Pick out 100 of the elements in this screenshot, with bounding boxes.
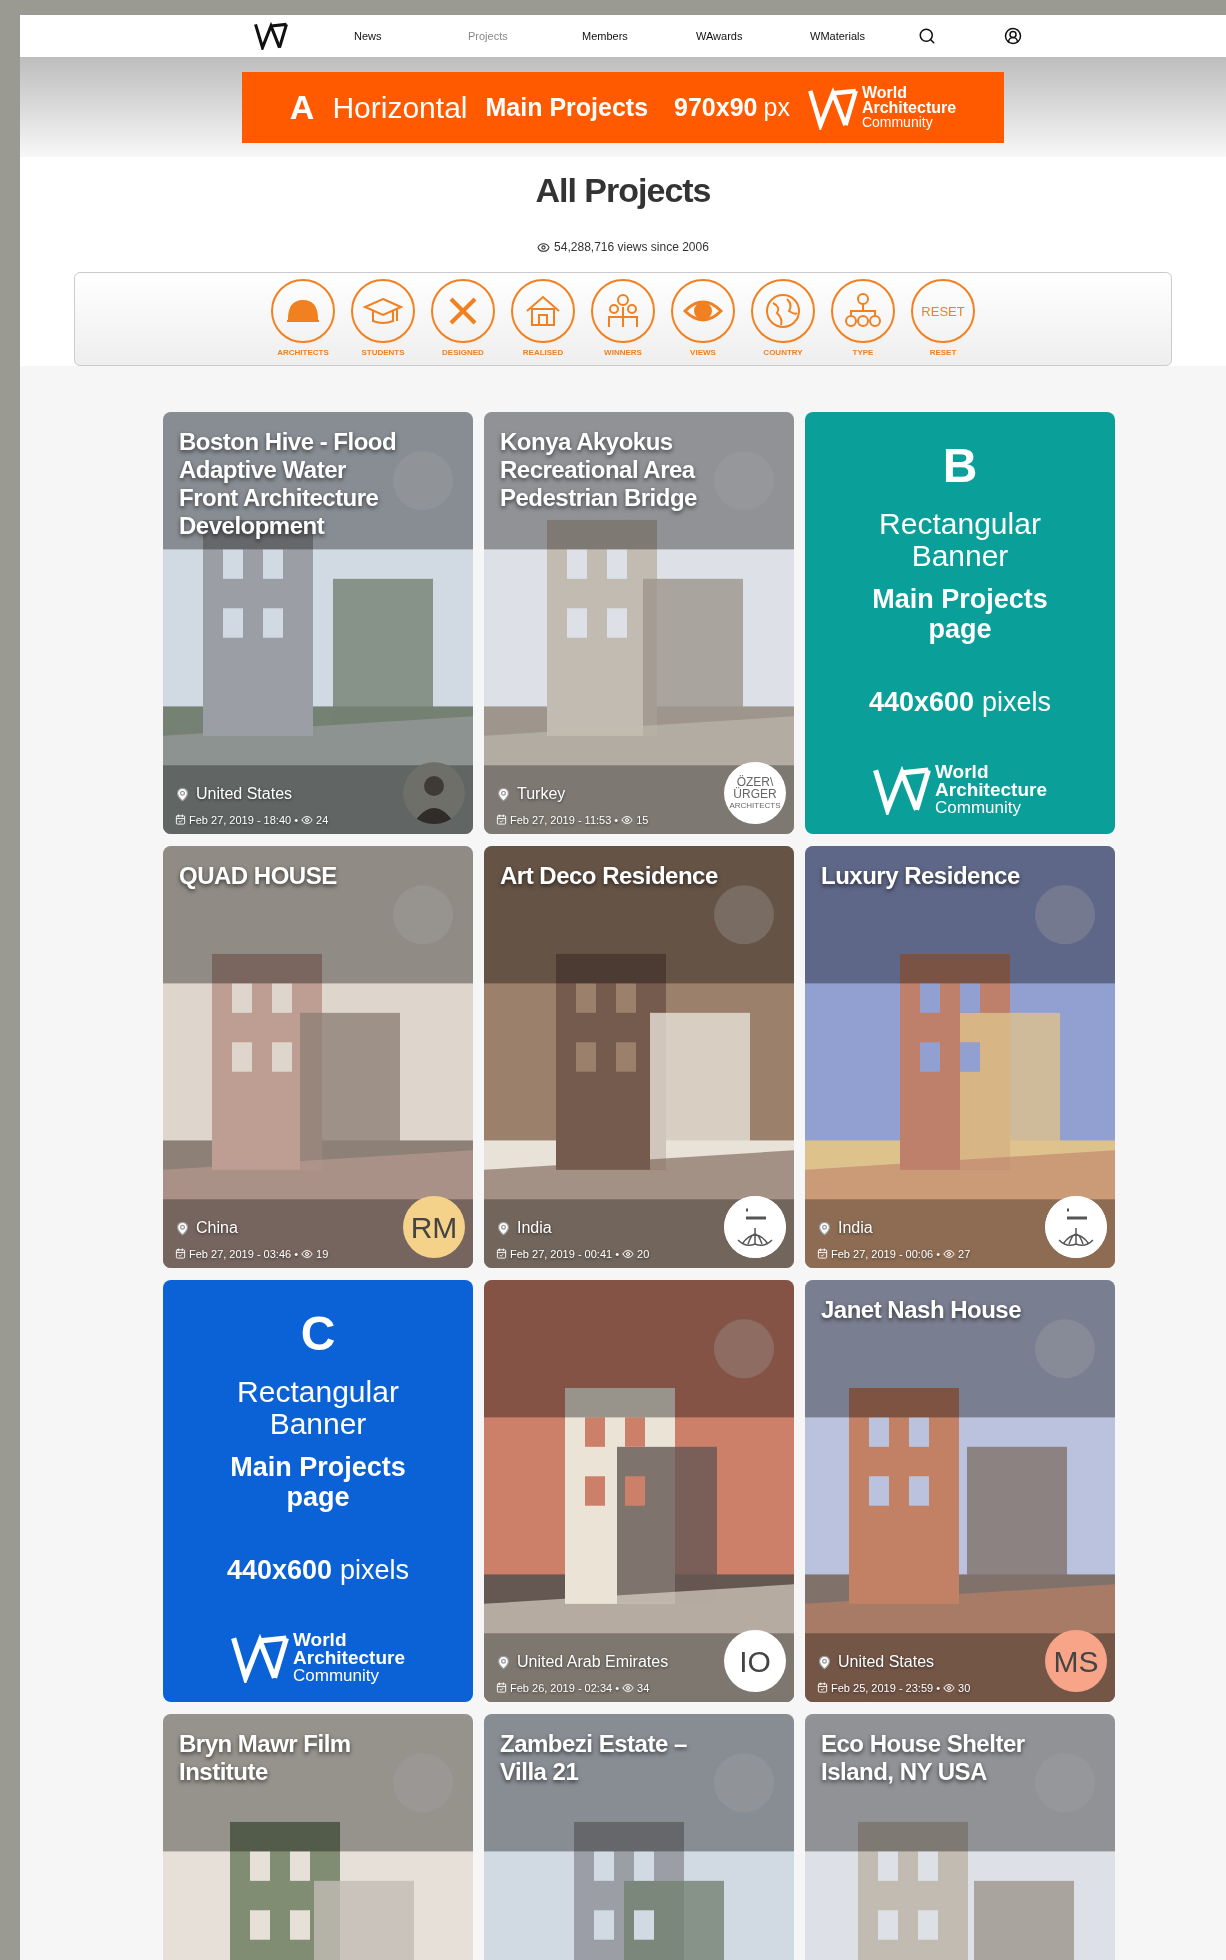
project-card[interactable]: Boston Hive - Flood Adaptive Water Front Architecture Development United States Feb 27, 2019 - 18:40 • 24 (163, 412, 473, 834)
calendar-icon (175, 814, 186, 826)
filter-label: TYPE (852, 347, 874, 359)
views-count: 15 (636, 812, 649, 828)
project-title: QUAD HOUSE (179, 862, 338, 890)
avatar-photo (403, 762, 465, 824)
country-text: United Arab Emirates (517, 1652, 669, 1672)
logo-icon (254, 22, 288, 50)
eye-icon (943, 1681, 956, 1694)
date-text: Feb 27, 2019 - 11:53 • (510, 812, 619, 828)
location-pin-icon (817, 1654, 832, 1670)
views-count: 30 (958, 1680, 971, 1696)
eye-icon (622, 1681, 635, 1694)
nav-link[interactable]: Members (582, 27, 696, 45)
views-count: 24 (316, 812, 329, 828)
location-pin-icon (496, 786, 511, 802)
eye-icon (301, 813, 314, 826)
project-title: Art Deco Residence (500, 862, 719, 890)
project-title: Bryn Mawr Film Institute (179, 1730, 352, 1786)
project-title: Eco House Shelter Island, NY USA (821, 1730, 1026, 1786)
filter-label: REALISED (522, 347, 564, 359)
banner-letter: A (289, 87, 315, 128)
logo-icon (807, 85, 858, 130)
project-card[interactable]: Luxury Residence India Feb 27, 2019 - 00:06 • 27 (805, 846, 1115, 1268)
nav-link[interactable]: WAwards (696, 27, 810, 45)
logo-text: Architecture (293, 1648, 405, 1667)
logo-text: Community (861, 115, 934, 130)
views-count: 34 (637, 1680, 650, 1696)
project-card[interactable]: QUAD HOUSE China Feb 27, 2019 - 03:46 • 19 RM (163, 846, 473, 1268)
eye-icon (622, 1247, 635, 1260)
eye-icon (301, 1247, 314, 1260)
filter-label: STUDENTS (361, 347, 405, 359)
date-text: Feb 27, 2019 - 03:46 • (189, 1246, 299, 1262)
project-card[interactable]: Konya Akyokus Recreational Area Pedestrian Bridge Turkey Feb 27, 2019 - 11:53 • 15 ÖZER\ ÜRGER ARCHITECTS (484, 412, 794, 834)
views-text: 54,288,716 views since 2006 (554, 239, 709, 256)
banner-page: Main Projects (485, 91, 649, 123)
banner-letter: C (300, 1310, 336, 1358)
project-card[interactable]: Eco House Shelter Island, NY USA (805, 1714, 1115, 1960)
logo-text: ÖZER\ (736, 776, 774, 788)
reset-text: RESET (921, 304, 965, 318)
country-text: Turkey (517, 784, 566, 804)
filter-label: VIEWS (690, 347, 716, 359)
ad-banner[interactable]: C Rectangular Banner Main Projects page 440x600 pixels World Architecture Community (163, 1280, 473, 1702)
views-count: 27 (958, 1246, 971, 1262)
nav-link[interactable]: News (354, 27, 468, 45)
location-pin-icon (496, 1654, 511, 1670)
location-pin-icon (817, 1220, 832, 1236)
country-text: United States (196, 784, 293, 804)
filter-label: RESET (929, 347, 957, 359)
location-pin-icon (496, 1220, 511, 1236)
nav-link[interactable]: WMaterials (810, 27, 924, 45)
logo-text: World (935, 762, 989, 781)
banner-unit: px (763, 91, 790, 123)
project-title: Boston Hive - Flood Adaptive Water Front Architecture Development (179, 428, 398, 540)
country-text: India (517, 1218, 552, 1238)
project-card[interactable]: Art Deco Residence India Feb 27, 2019 - 00:41 • 20 (484, 846, 794, 1268)
views-count: 19 (316, 1246, 329, 1262)
logo-icon (873, 764, 932, 815)
location-pin-icon (175, 786, 190, 802)
calendar-icon (496, 1248, 507, 1260)
page-title: All Projects (534, 170, 712, 211)
project-title: Janet Nash House (821, 1296, 1023, 1324)
date-text: Feb 27, 2019 - 18:40 • (189, 812, 299, 828)
location-pin-icon (175, 1220, 190, 1236)
filter-label: COUNTRY (763, 347, 803, 359)
project-card[interactable]: Janet Nash House United States Feb 25, 2019 - 23:59 • 30 MS (805, 1280, 1115, 1702)
filter-label: WINNERS (604, 347, 642, 359)
logo-text: Architecture (935, 780, 1047, 799)
logo-text: ARCHITECTS (729, 802, 781, 810)
ad-banner[interactable]: B Rectangular Banner Main Projects page 440x600 pixels World Architecture Community (805, 412, 1115, 834)
logo-text: Community (935, 798, 1021, 817)
logo-text: Architecture (861, 100, 957, 115)
nav-link[interactable]: Projects (468, 27, 582, 45)
project-title: Konya Akyokus Recreational Area Pedestrian Bridge (500, 428, 698, 512)
banner-size: 970x90 (674, 91, 758, 123)
calendar-icon (817, 1248, 828, 1260)
user-icon[interactable] (1004, 27, 1022, 45)
banner-unit: pixels (982, 686, 1052, 719)
eye-icon (537, 240, 551, 254)
date-text: Feb 25, 2019 - 23:59 • (831, 1680, 941, 1696)
banner-size: 440x600 (226, 1554, 333, 1587)
project-title: Zambezi Estate – Villa 21 (500, 1730, 688, 1786)
date-text: Feb 27, 2019 - 00:06 • (831, 1246, 941, 1262)
project-card[interactable]: United Arab Emirates Feb 26, 2019 - 02:34 • 34 IO (484, 1280, 794, 1702)
country-text: China (196, 1218, 238, 1238)
search-icon[interactable] (918, 27, 936, 45)
project-card[interactable]: Zambezi Estate – Villa 21 (484, 1714, 794, 1960)
date-text: Feb 27, 2019 - 00:41 • (510, 1246, 620, 1262)
banner-letter: B (942, 442, 978, 490)
project-card[interactable]: Bryn Mawr Film Institute (163, 1714, 473, 1960)
logo-text: World (861, 85, 908, 100)
banner-page: Main Projects page (229, 1452, 407, 1512)
project-title: Luxury Residence (821, 862, 1021, 890)
banner-unit: pixels (340, 1554, 410, 1587)
logo-text: ÜRGER (733, 788, 777, 800)
logo-text: Community (293, 1666, 379, 1685)
ad-banner[interactable]: A Horizontal Main Projects 970x90 px World Architecture Community (242, 72, 1004, 143)
calendar-icon (496, 814, 507, 826)
country-text: United States (838, 1652, 935, 1672)
globe-icon (763, 291, 803, 331)
